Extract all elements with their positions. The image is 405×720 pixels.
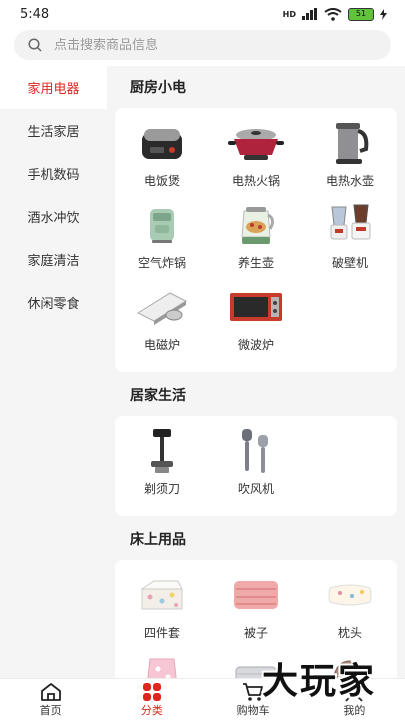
charging-icon bbox=[380, 8, 387, 20]
product-item[interactable]: 微波炉 bbox=[209, 282, 303, 364]
signal-icon bbox=[302, 8, 317, 20]
section-title: 居家生活 bbox=[130, 388, 186, 404]
product-item[interactable]: 空气炸锅 bbox=[115, 200, 209, 282]
product-label: 养生壶 bbox=[237, 256, 274, 270]
product-label: 四件套 bbox=[143, 626, 180, 640]
status-time: 5:48 bbox=[20, 6, 50, 22]
product-grid: 剃须刀 吹风机 bbox=[115, 416, 397, 516]
air-fryer-icon bbox=[134, 200, 190, 250]
product-label: 电饭煲 bbox=[143, 174, 180, 188]
induction-cooker-icon bbox=[134, 282, 190, 332]
sidebar-item-drinks[interactable]: 酒水冲饮 bbox=[0, 195, 107, 238]
product-item[interactable]: 电热火锅 bbox=[209, 118, 303, 200]
network-label: HD bbox=[282, 9, 296, 19]
kettle-icon bbox=[322, 118, 378, 168]
product-item[interactable]: 电热水壶 bbox=[303, 118, 397, 200]
product-item[interactable]: 养生壶 bbox=[209, 200, 303, 282]
product-item[interactable]: 四件套 bbox=[115, 570, 209, 652]
product-label: 破壁机 bbox=[331, 256, 368, 270]
sidebar-item-snacks[interactable]: 休闲零食 bbox=[0, 281, 107, 324]
razor-icon bbox=[134, 426, 190, 476]
sidebar-item-cleaning[interactable]: 家庭清洁 bbox=[0, 238, 107, 281]
quilt-icon bbox=[228, 570, 284, 620]
hair-dryer-icon bbox=[228, 426, 284, 476]
sidebar-item-digital[interactable]: 手机数码 bbox=[0, 152, 107, 195]
status-bar: 5:48 HD 51 bbox=[0, 0, 405, 28]
product-label: 电热水壶 bbox=[325, 174, 374, 188]
product-label: 被子 bbox=[243, 626, 268, 640]
search-input[interactable] bbox=[54, 37, 354, 53]
bedding-set-icon bbox=[134, 570, 190, 620]
sidebar-item-home-living[interactable]: 生活家居 bbox=[0, 109, 107, 152]
product-label: 微波炉 bbox=[237, 338, 274, 352]
section-title: 厨房小电 bbox=[130, 80, 186, 96]
sidebar-item-appliances[interactable]: 家用电器 bbox=[0, 66, 107, 109]
pillow-icon bbox=[322, 570, 378, 620]
category-icon bbox=[142, 682, 162, 702]
hot-pot-icon bbox=[228, 118, 284, 168]
nav-label: 首页 bbox=[39, 703, 62, 717]
product-label: 电热火锅 bbox=[231, 174, 280, 188]
product-label: 空气炸锅 bbox=[137, 256, 186, 270]
product-item[interactable] bbox=[115, 652, 209, 678]
product-item[interactable]: 剃须刀 bbox=[115, 426, 209, 508]
nav-label: 分类 bbox=[140, 703, 163, 717]
product-item[interactable]: 电饭煲 bbox=[115, 118, 209, 200]
product-item[interactable]: 枕头 bbox=[303, 570, 397, 652]
blanket-icon bbox=[134, 652, 190, 678]
product-grid: 电饭煲 电热火锅 电热水壶 空气炸锅 养生壶 破壁机 电磁炉 微波炉 bbox=[115, 108, 397, 372]
blender-icon bbox=[322, 200, 378, 250]
health-pot-icon bbox=[228, 200, 284, 250]
product-item[interactable]: 被子 bbox=[209, 570, 303, 652]
battery-icon: 51 bbox=[348, 7, 374, 21]
microwave-icon bbox=[228, 282, 284, 332]
status-icons: HD 51 bbox=[282, 7, 387, 21]
product-item[interactable]: 吹风机 bbox=[209, 426, 303, 508]
wifi-icon bbox=[324, 7, 342, 21]
cart-icon bbox=[242, 682, 264, 702]
category-content: 厨房小电 电饭煲 电热火锅 电热水壶 空气炸锅 养生壶 破壁机 电磁炉 微波炉 … bbox=[107, 66, 405, 678]
product-label: 吹风机 bbox=[237, 482, 274, 496]
product-label: 剃须刀 bbox=[143, 482, 180, 496]
search-bar[interactable] bbox=[14, 30, 391, 60]
watermark: 大玩家 bbox=[262, 661, 377, 702]
nav-category[interactable]: 分类 bbox=[101, 679, 202, 720]
product-item[interactable]: 电磁炉 bbox=[115, 282, 209, 364]
category-sidebar: 家用电器 生活家居 手机数码 酒水冲饮 家庭清洁 休闲零食 bbox=[0, 66, 107, 678]
section-title: 床上用品 bbox=[130, 532, 186, 548]
rice-cooker-icon bbox=[134, 118, 190, 168]
product-label: 电磁炉 bbox=[143, 338, 180, 352]
search-icon bbox=[28, 38, 42, 52]
product-label: 枕头 bbox=[337, 626, 362, 640]
nav-home[interactable]: 首页 bbox=[0, 679, 101, 720]
product-item[interactable]: 破壁机 bbox=[303, 200, 397, 282]
home-icon bbox=[40, 682, 62, 702]
